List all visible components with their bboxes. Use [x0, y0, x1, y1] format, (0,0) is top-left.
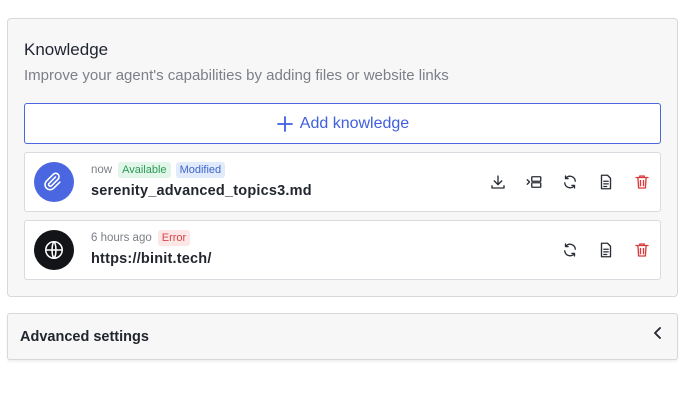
- knowledge-panel: Knowledge Improve your agent's capabilit…: [7, 18, 678, 297]
- plus-icon: [276, 115, 294, 133]
- advanced-settings-label: Advanced settings: [20, 329, 149, 345]
- view-document-button[interactable]: [588, 232, 624, 268]
- knowledge-item-file: now Available Modified serenity_advanced…: [24, 152, 661, 212]
- status-badge-modified: Modified: [175, 162, 226, 178]
- refresh-button[interactable]: [552, 164, 588, 200]
- download-button[interactable]: [480, 164, 516, 200]
- refresh-icon: [564, 175, 576, 189]
- item-time: now: [91, 164, 113, 176]
- chevron-left-icon: [654, 327, 661, 339]
- trash-icon: [635, 175, 649, 189]
- status-badge-available: Available: [118, 162, 171, 178]
- refresh-button[interactable]: [552, 232, 588, 268]
- download-icon: [491, 175, 505, 189]
- globe-icon: [34, 230, 74, 270]
- refresh-icon: [564, 243, 576, 257]
- knowledge-subtitle: Improve your agent's capabilities by add…: [24, 67, 449, 84]
- move-button[interactable]: [516, 164, 552, 200]
- trash-icon: [635, 243, 649, 257]
- item-name: https://binit.tech/: [91, 251, 212, 267]
- delete-button[interactable]: [624, 232, 660, 268]
- item-name: serenity_advanced_topics3.md: [91, 183, 312, 199]
- document-icon: [600, 242, 612, 258]
- knowledge-title: Knowledge: [24, 40, 109, 59]
- add-knowledge-button[interactable]: Add knowledge: [24, 103, 661, 144]
- view-document-button[interactable]: [588, 164, 624, 200]
- document-icon: [600, 174, 612, 190]
- advanced-settings-toggle[interactable]: Advanced settings: [7, 313, 678, 360]
- move-icon: [526, 176, 542, 188]
- item-time: 6 hours ago: [91, 232, 152, 244]
- delete-button[interactable]: [624, 164, 660, 200]
- add-knowledge-label: Add knowledge: [299, 114, 410, 132]
- paperclip-icon: [34, 162, 74, 202]
- status-badge-error: Error: [157, 230, 191, 246]
- knowledge-item-website: 6 hours ago Error https://binit.tech/: [24, 220, 661, 280]
